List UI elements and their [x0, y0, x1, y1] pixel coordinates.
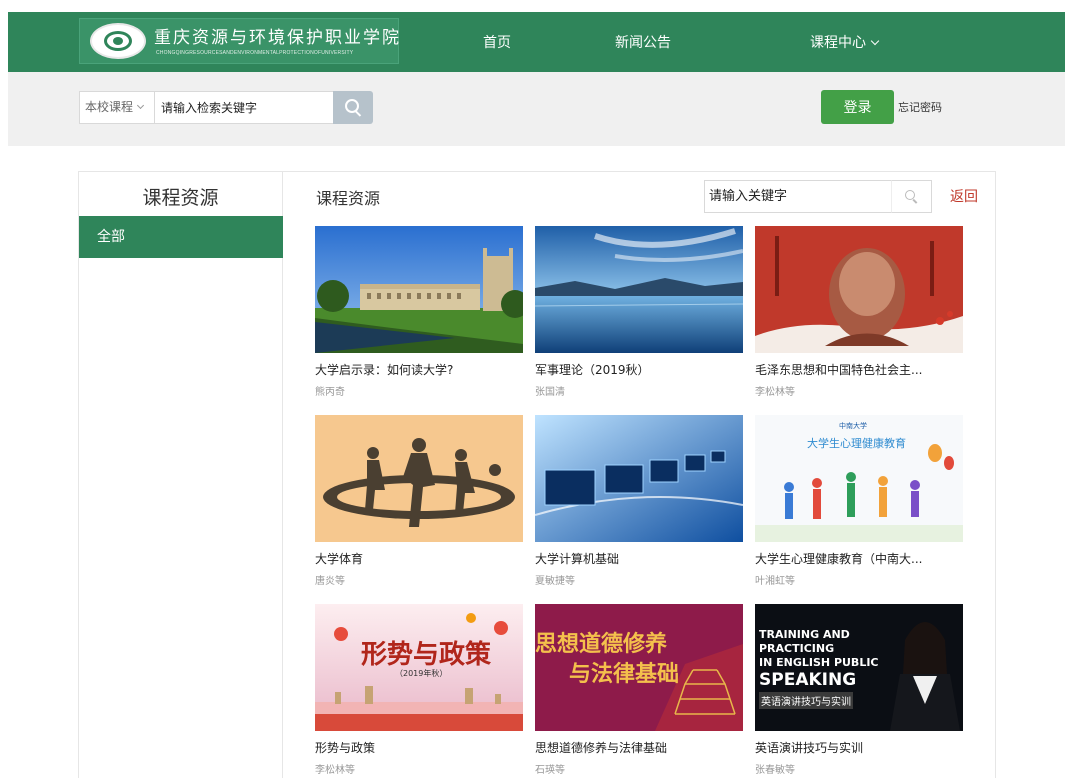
- sports-thumbnail: [315, 415, 523, 542]
- search-button[interactable]: [333, 91, 373, 124]
- course-teacher: 熊丙奇: [315, 387, 345, 398]
- ethics-law-thumbnail: 思想道德修养 与法律基础: [535, 604, 743, 731]
- course-teacher: 张春敏等: [755, 765, 795, 776]
- nav-courses-label: 课程中心: [810, 35, 866, 51]
- course-title: 形势与政策: [315, 741, 376, 755]
- sidebar-title: 课程资源: [142, 187, 219, 209]
- keyword-input[interactable]: [704, 180, 892, 213]
- course-title: 毛泽东思想和中国特色社会主...: [755, 363, 923, 377]
- course-teacher: 石瑛等: [535, 765, 565, 776]
- course-card[interactable]: 中南大学 大学生心理健康教育 大学生心理健康教育（中南大... 叶湘虹等: [755, 415, 963, 587]
- back-link[interactable]: 返回: [950, 186, 978, 206]
- course-title: 大学生心理健康教育（中南大...: [755, 552, 923, 566]
- thumb-caption-line2: PRACTICING: [759, 642, 835, 655]
- course-card[interactable]: 大学启示录：如何读大学? 熊丙奇: [315, 226, 523, 398]
- thumb-caption-line3: IN ENGLISH PUBLIC: [759, 656, 879, 669]
- college-building-thumbnail: [315, 226, 523, 353]
- content-title: 课程资源: [316, 189, 381, 208]
- course-teacher: 唐炎等: [315, 576, 345, 587]
- keyword-search-button[interactable]: [891, 180, 932, 213]
- search-input[interactable]: [154, 91, 334, 124]
- thumb-caption-line2: 与法律基础: [569, 661, 680, 687]
- thumb-caption-title: 形势与政策: [361, 640, 492, 670]
- course-card[interactable]: 思想道德修养 与法律基础 思想道德修养与法律基础 石瑛等: [535, 604, 743, 776]
- course-title: 大学计算机基础: [535, 552, 620, 566]
- course-card[interactable]: 军事理论（2019秋） 张国清: [535, 226, 743, 398]
- course-teacher: 夏敏捷等: [535, 576, 575, 587]
- chevron-down-icon: [870, 36, 880, 46]
- forgot-password-link[interactable]: 忘记密码: [898, 99, 942, 115]
- thumb-caption-title: 大学生心理健康教育: [807, 437, 906, 450]
- course-title: 大学体育: [315, 552, 364, 566]
- course-card[interactable]: 毛泽东思想和中国特色社会主... 李松林等: [755, 226, 963, 398]
- course-card[interactable]: 大学体育 唐炎等: [315, 415, 523, 587]
- nav-courses[interactable]: 课程中心: [810, 32, 880, 52]
- thumb-caption-line1: TRAINING AND: [759, 628, 850, 641]
- sidebar: 课程资源 全部: [78, 171, 283, 778]
- sidebar-item-all[interactable]: 全部: [79, 216, 283, 258]
- thumb-caption-cn: 英语演讲技巧与实训: [759, 692, 853, 709]
- search-icon: [905, 190, 915, 200]
- course-teacher: 李松林等: [755, 387, 795, 398]
- course-card[interactable]: 大学计算机基础 夏敏捷等: [535, 415, 743, 587]
- search-icon: [345, 99, 359, 113]
- course-teacher: 张国清: [535, 387, 565, 398]
- chevron-down-icon: [136, 101, 145, 110]
- nav-home[interactable]: 首页: [483, 32, 511, 52]
- course-title: 大学启示录：如何读大学?: [315, 363, 454, 377]
- course-title: 思想道德修养与法律基础: [535, 741, 668, 755]
- thumb-caption-line4: SPEAKING: [759, 670, 857, 690]
- mental-health-thumbnail: 中南大学 大学生心理健康教育: [755, 415, 963, 542]
- school-emblem-icon: [90, 23, 146, 59]
- login-button[interactable]: 登录: [821, 90, 894, 124]
- course-title: 英语演讲技巧与实训: [755, 741, 864, 755]
- thumb-caption-school: 中南大学: [839, 422, 867, 430]
- red-statue-thumbnail: [755, 226, 963, 353]
- course-card[interactable]: TRAINING AND PRACTICING IN ENGLISH PUBLI…: [755, 604, 963, 776]
- thumb-caption-term: （2019年秋）: [395, 669, 448, 678]
- english-speaking-thumbnail: TRAINING AND PRACTICING IN ENGLISH PUBLI…: [755, 604, 963, 731]
- school-name-en: CHONGQINGRESOURCESANDENVIRONMENTALPROTEC…: [156, 50, 354, 56]
- course-teacher: 李松林等: [315, 765, 355, 776]
- course-teacher: 叶湘虹等: [755, 576, 795, 587]
- laptops-thumbnail: [535, 415, 743, 542]
- school-name: 重庆资源与环境保护职业学院: [154, 28, 401, 48]
- policy-thumbnail: 形势与政策 （2019年秋）: [315, 604, 523, 731]
- top-strip: [0, 0, 1065, 12]
- lake-mountain-thumbnail: [535, 226, 743, 353]
- course-title: 军事理论（2019秋）: [535, 363, 650, 377]
- school-logo[interactable]: 重庆资源与环境保护职业学院 CHONGQINGRESOURCESANDENVIR…: [79, 18, 399, 64]
- thumb-caption-line1: 思想道德修养: [535, 631, 668, 657]
- nav-news[interactable]: 新闻公告: [615, 32, 671, 52]
- search-scope-select[interactable]: 本校课程: [79, 91, 154, 124]
- search-scope-label: 本校课程: [85, 100, 134, 114]
- course-card[interactable]: 形势与政策 （2019年秋） 形势与政策 李松林等: [315, 604, 523, 776]
